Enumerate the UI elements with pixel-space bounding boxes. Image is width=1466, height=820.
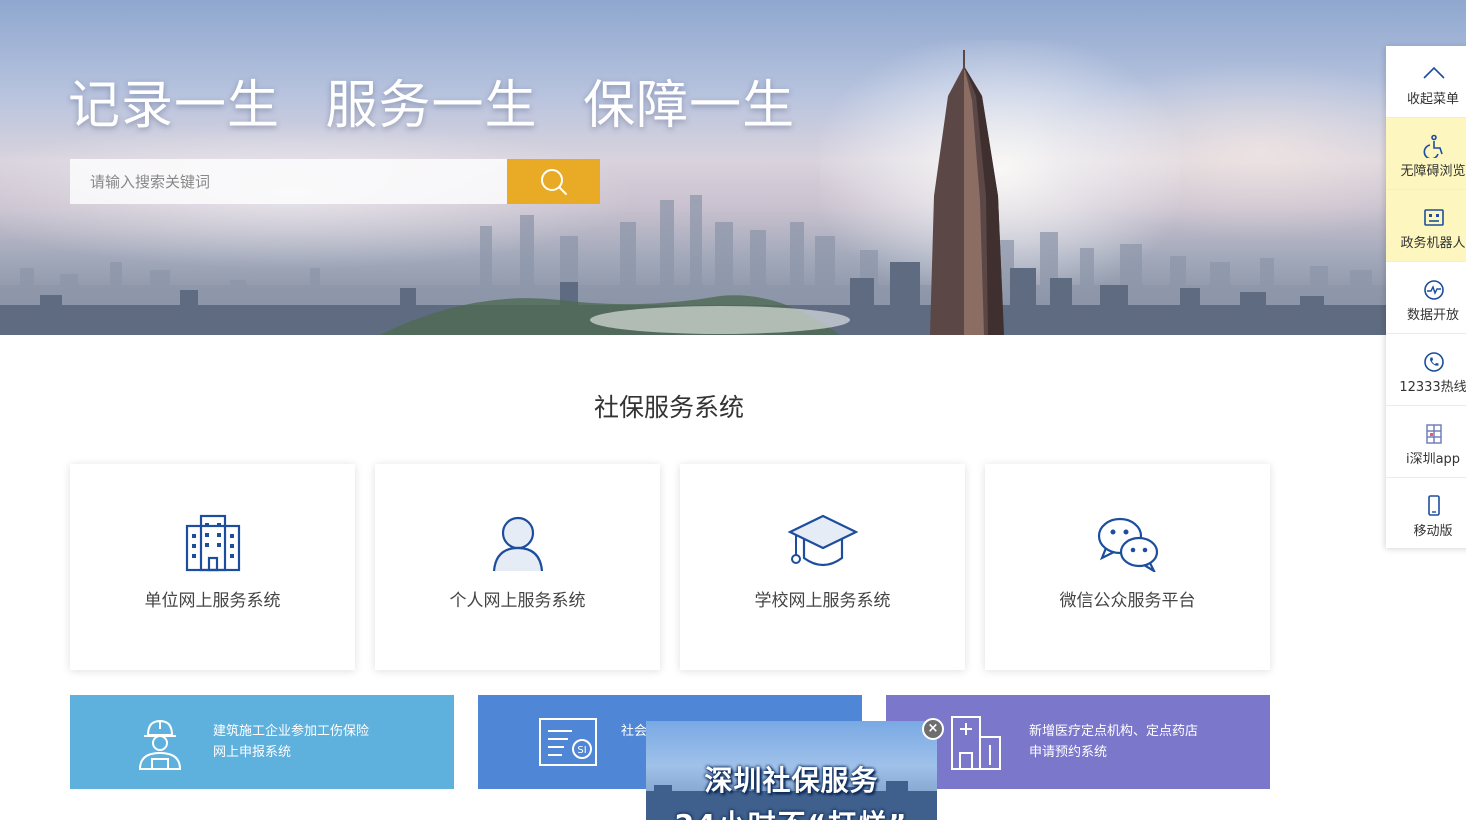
popup-subtitle: 24小时不“打烊” [646, 803, 937, 820]
person-icon [375, 514, 660, 572]
robot-icon [1424, 209, 1444, 226]
card-label: 微信公众服务平台 [1059, 591, 1196, 611]
banner-text: 社会 [621, 721, 647, 742]
wechat-icon [985, 514, 1270, 572]
banner-line1: 社会 [621, 724, 648, 739]
float-item-gov-robot[interactable]: 政务机器人 [1386, 190, 1466, 262]
float-item-i-shenzhen[interactable]: i深圳app [1386, 406, 1466, 478]
float-item-label: 政务机器人 [1400, 236, 1466, 251]
float-item-mobile[interactable]: 移动版 [1386, 478, 1466, 550]
search-icon [540, 168, 567, 195]
graduation-cap-icon [680, 514, 965, 572]
float-item-label: 无障碍浏览 [1400, 164, 1466, 179]
float-item-label: i深圳app [1405, 452, 1461, 467]
slogan-service: 服务一生 [325, 76, 538, 136]
social-security-card-icon: SI [539, 718, 597, 766]
office-building-icon [70, 514, 355, 572]
banner-medical-institution-appointment[interactable]: 新增医疗定点机构、定点药店 申请预约系统 [886, 695, 1270, 789]
section-title: 社保服务系统 [593, 393, 744, 422]
banner-text: 建筑施工企业参加工伤保险 网上申报系统 [213, 721, 369, 763]
banner-line2: 网上申报系统 [213, 745, 292, 760]
float-item-label: 数据开放 [1406, 308, 1459, 323]
i-shenzhen-app-icon [1426, 424, 1442, 444]
float-item-label: 收起菜单 [1406, 92, 1459, 107]
banner-text: 新增医疗定点机构、定点药店 申请预约系统 [1029, 721, 1198, 763]
banner-line2: 申请预约系统 [1029, 745, 1108, 760]
card-label: 个人网上服务系统 [449, 591, 586, 611]
float-item-hotline[interactable]: 12333热线 [1386, 334, 1466, 406]
data-chart-icon [1424, 280, 1444, 300]
phone-icon [1424, 352, 1444, 372]
banner-line1: 新增医疗定点机构、定点药店 [1029, 724, 1199, 739]
float-item-open-data[interactable]: 数据开放 [1386, 262, 1466, 334]
accessibility-icon [1423, 134, 1443, 158]
right-float-menu: 收起菜单 无障碍浏览 政务机器人 数据开放 12333热线 i深圳app 移动版 [1386, 46, 1466, 548]
card-label: 学校网上服务系统 [754, 591, 891, 611]
hero-banner: 记录一生 服务一生 保障一生 [0, 0, 1466, 335]
chevron-up-icon [1423, 66, 1445, 79]
float-item-label: 移动版 [1413, 524, 1453, 539]
search-button[interactable] [507, 159, 600, 204]
mobile-icon [1428, 495, 1440, 516]
card-wechat-platform[interactable]: 微信公众服务平台 [985, 464, 1270, 670]
banner-line1: 建筑施工企业参加工伤保险 [213, 724, 370, 739]
construction-worker-icon [138, 719, 182, 770]
hero-slogan: 记录一生 服务一生 保障一生 [68, 75, 823, 137]
popup-title: 深圳社保服务 [704, 764, 879, 797]
card-personal-service[interactable]: 个人网上服务系统 [375, 464, 660, 670]
float-item-accessibility[interactable]: 无障碍浏览 [1386, 118, 1466, 190]
card-unit-service[interactable]: 单位网上服务系统 [70, 464, 355, 670]
svg-text:SI: SI [577, 745, 586, 756]
card-label: 单位网上服务系统 [144, 591, 281, 611]
popup-ad[interactable]: 深圳社保服务 24小时不“打烊” [646, 721, 937, 820]
slogan-guarantee: 保障一生 [583, 76, 796, 136]
slogan-record: 记录一生 [68, 76, 281, 136]
float-item-collapse-menu[interactable]: 收起菜单 [1386, 46, 1466, 118]
float-item-label: 12333热线 [1399, 380, 1466, 395]
search-input[interactable] [70, 159, 507, 204]
search-bar [70, 159, 600, 204]
card-school-service[interactable]: 学校网上服务系统 [680, 464, 965, 670]
banner-construction-injury-insurance[interactable]: 建筑施工企业参加工伤保险 网上申报系统 [70, 695, 454, 789]
popup-close-button[interactable]: × [922, 718, 944, 740]
hospital-icon [951, 716, 1001, 770]
